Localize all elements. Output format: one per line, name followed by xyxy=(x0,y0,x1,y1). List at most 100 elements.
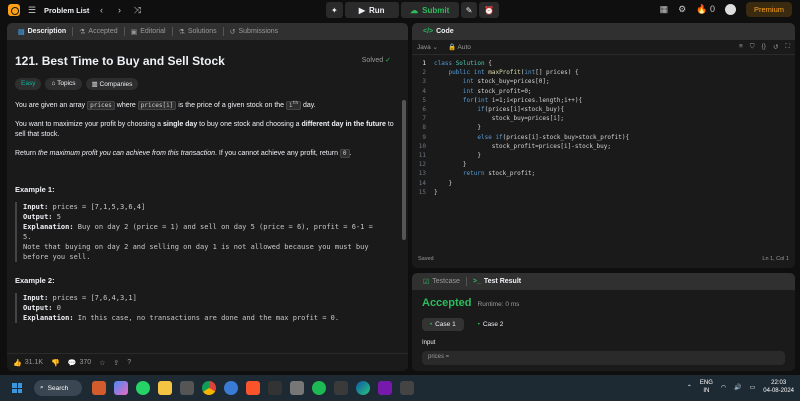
settings-gear-icon[interactable]: ⚙ xyxy=(678,4,686,15)
p1-text: is the price of a given stock on the xyxy=(176,102,287,109)
leetcode-logo-icon[interactable] xyxy=(8,4,20,16)
code-line[interactable]: 10 stock_profit=prices[i]-stock_buy; xyxy=(412,142,795,151)
copilot-icon[interactable] xyxy=(114,381,128,395)
chrome-icon[interactable] xyxy=(202,381,216,395)
mode-label: Auto xyxy=(457,44,471,51)
onenote-icon[interactable] xyxy=(378,381,392,395)
whatsapp-icon[interactable] xyxy=(136,381,150,395)
code-line[interactable]: 8 } xyxy=(412,123,795,132)
language-indicator[interactable]: ENG IN xyxy=(700,379,713,395)
next-problem-icon[interactable]: › xyxy=(113,5,125,15)
store-icon[interactable] xyxy=(334,381,348,395)
code-text: for(int i=1;i<prices.length;i++){ xyxy=(462,96,583,104)
case-1-tab[interactable]: • Case 1 xyxy=(422,318,464,331)
share-button[interactable]: ⇪ xyxy=(113,359,119,367)
layout-icon[interactable]: ▦ xyxy=(660,4,669,15)
favorite-button[interactable]: ☆ xyxy=(99,359,105,367)
code-line[interactable]: 12 } xyxy=(412,160,795,169)
submit-button[interactable]: ☁ Submit xyxy=(400,2,459,18)
windows-start-icon[interactable] xyxy=(12,383,22,393)
settings-app-icon[interactable] xyxy=(224,381,238,395)
companies-tag[interactable]: ▥ Companies xyxy=(85,78,139,90)
tab-editorial[interactable]: ▣ Editorial xyxy=(125,23,172,40)
auto-mode-toggle[interactable]: 🔒 Auto xyxy=(448,43,471,51)
reset-icon[interactable]: ↺ xyxy=(773,43,778,51)
tab-testcase[interactable]: ☑ Testcase xyxy=(417,273,466,290)
code-line[interactable]: 15} xyxy=(412,188,795,197)
problem-list-icon[interactable]: ☰ xyxy=(26,5,38,16)
premium-button[interactable]: Premium xyxy=(745,2,792,17)
file-explorer-icon[interactable] xyxy=(158,381,172,395)
volume-icon[interactable]: 🔊 xyxy=(734,384,741,391)
timer-button[interactable]: ⏰ xyxy=(479,2,500,18)
topics-tag[interactable]: ⌂ Topics xyxy=(45,78,82,90)
braces-icon[interactable]: {} xyxy=(762,43,766,51)
pass-dot-icon: • xyxy=(477,321,480,328)
fullscreen-icon[interactable]: ⛶ xyxy=(785,43,790,51)
code-editor-app-icon[interactable] xyxy=(290,381,304,395)
flask-icon: ⚗ xyxy=(79,28,86,36)
code-line[interactable]: 3 int stock_buy=prices[0]; xyxy=(412,77,795,86)
shuffle-icon[interactable]: ⤨ xyxy=(131,5,143,16)
debug-button[interactable]: ✦ xyxy=(326,2,343,18)
language-select[interactable]: Java ⌄ xyxy=(417,43,438,51)
help-button[interactable]: ? xyxy=(127,359,131,366)
code-line[interactable]: 2 public int maxProfit(int[] prices) { xyxy=(412,68,795,77)
bookmark-icon[interactable]: ⛉ xyxy=(750,43,755,51)
italic-text: the maximum profit you can achieve from … xyxy=(37,150,215,157)
tab-submissions[interactable]: ↺ Submissions xyxy=(224,23,285,40)
avatar[interactable] xyxy=(724,4,736,15)
media-player-icon[interactable] xyxy=(400,381,414,395)
camera-icon[interactable] xyxy=(180,381,194,395)
solved-status: Solved ✓ xyxy=(362,56,391,64)
comments-button[interactable]: 💬 370 xyxy=(68,359,91,367)
inline-code: prices xyxy=(87,101,115,110)
spotify-icon[interactable] xyxy=(312,381,326,395)
tag-icon: ⌂ xyxy=(51,80,56,87)
test-result-content: Accepted Runtime: 0 ms • Case 1 • Case 2 In… xyxy=(412,290,795,365)
case-2-tab[interactable]: • Case 2 xyxy=(470,318,512,331)
line-number: 11 xyxy=(418,152,426,160)
tab-accepted[interactable]: ⚗ Accepted xyxy=(73,23,123,40)
wifi-icon[interactable]: ◠ xyxy=(721,384,726,391)
code-line[interactable]: 13 return stock_profit; xyxy=(412,169,795,178)
widgets-icon[interactable] xyxy=(92,381,106,395)
clock[interactable]: 22:03 04-08-2024 xyxy=(763,379,794,395)
code-line[interactable]: 7 stock_buy=prices[i]; xyxy=(412,114,795,123)
fire-streak-icon[interactable]: 🔥 0 xyxy=(696,4,715,15)
code-line[interactable]: 9 else if(prices[i]-stock_buy>stock_prof… xyxy=(412,133,795,142)
tab-description[interactable]: ▤ Description xyxy=(12,23,72,40)
prev-problem-icon[interactable]: ‹ xyxy=(95,5,107,15)
code-line[interactable]: 14 } xyxy=(412,179,795,188)
code-line[interactable]: 6 if(prices[i]<stock_buy){ xyxy=(412,105,795,114)
battery-icon[interactable]: ▭ xyxy=(750,384,756,391)
line-number: 3 xyxy=(422,78,426,86)
terminal-app-icon[interactable] xyxy=(268,381,282,395)
taskbar-search[interactable]: ⌕ Search xyxy=(34,380,82,396)
code-line[interactable]: 1 class Solution { xyxy=(412,59,795,68)
notes-button[interactable]: ✎ xyxy=(460,2,478,18)
like-button[interactable]: 👍 31.1K xyxy=(13,359,43,367)
pass-dot-icon: • xyxy=(430,321,433,328)
edge-icon[interactable] xyxy=(356,381,370,395)
runtime-text: Runtime: 0 ms xyxy=(477,301,520,308)
code-line[interactable]: 4 int stock_profit=0; xyxy=(412,87,795,96)
brave-icon[interactable] xyxy=(246,381,260,395)
chevron-up-icon[interactable]: ⌃ xyxy=(687,384,692,391)
line-number: 9 xyxy=(422,133,426,141)
problem-list-link[interactable]: Problem List xyxy=(44,6,89,15)
line-number: 13 xyxy=(418,170,426,178)
format-icon[interactable]: ≡ xyxy=(739,43,743,51)
code-text: stock_buy=prices[i]; xyxy=(434,115,565,123)
run-button[interactable]: ▶ Run xyxy=(344,2,399,18)
code-line[interactable]: 11 } xyxy=(412,151,795,160)
inline-code: 0 xyxy=(339,149,350,158)
tab-code[interactable]: </> Code xyxy=(417,23,460,40)
description-scrollbar[interactable] xyxy=(402,100,406,240)
code-editor[interactable]: 1 class Solution {2 public int maxProfit(… xyxy=(412,55,795,197)
dislike-button[interactable]: 👎 xyxy=(51,359,60,367)
tab-test-result[interactable]: >_ Test Result xyxy=(467,273,527,290)
tab-solutions[interactable]: ⚗ Solutions xyxy=(173,23,223,40)
case-1-label: Case 1 xyxy=(435,321,456,328)
code-line[interactable]: 5 for(int i=1;i<prices.length;i++){ xyxy=(412,96,795,105)
